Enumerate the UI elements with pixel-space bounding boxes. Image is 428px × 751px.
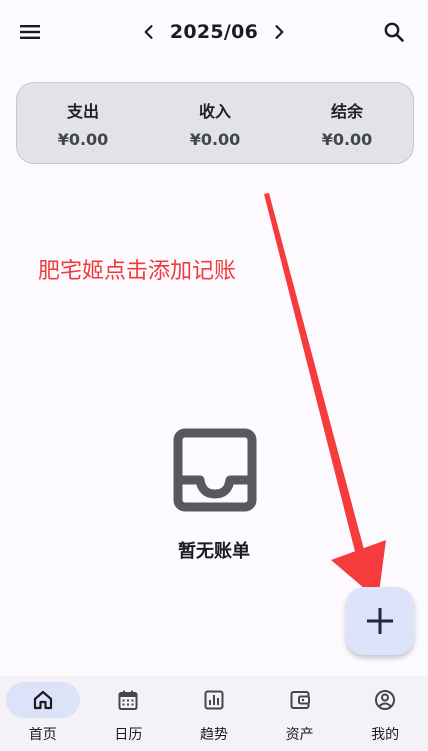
account-icon (375, 690, 396, 710)
nav-item-calendar[interactable]: 日历 (86, 676, 172, 751)
top-app-bar: 2025/06 (0, 0, 428, 64)
income-amount: ¥0.00 (189, 129, 241, 149)
inbox-icon (173, 428, 257, 512)
nav-indicator (5, 682, 80, 718)
nav-item-me[interactable]: 我的 (342, 676, 428, 751)
nav-item-assets[interactable]: 资产 (257, 676, 343, 751)
balance-label: 结余 (330, 101, 363, 121)
tutorial-annotation-text: 肥宅姬点击添加记账 (38, 259, 237, 284)
next-month-button[interactable] (268, 21, 290, 43)
plus-icon (367, 608, 393, 634)
chart-icon (204, 690, 224, 710)
expense-summary: 支出 ¥0.00 (23, 98, 143, 149)
nav-icon-wrap (91, 682, 165, 718)
expense-label: 支出 (66, 101, 99, 121)
balance-amount: ¥0.00 (321, 129, 373, 149)
nav-icon-wrap (263, 682, 337, 718)
search-icon (384, 22, 404, 42)
calendar-icon (118, 690, 138, 710)
income-label: 收入 (198, 101, 231, 121)
nav-icon-wrap (348, 682, 422, 718)
search-button[interactable] (374, 12, 414, 52)
prev-month-button[interactable] (138, 21, 160, 43)
balance-summary: 结余 ¥0.00 (287, 98, 407, 149)
nav-item-home[interactable]: 首页 (0, 676, 86, 751)
chevron-right-icon (275, 25, 284, 39)
current-month[interactable]: 2025/06 (170, 21, 258, 43)
bottom-navigation: 首页 日历 趋势 资产 我的 (0, 676, 428, 751)
nav-label-trend: 趋势 (199, 727, 228, 743)
nav-label-me: 我的 (371, 727, 400, 743)
income-summary: 收入 ¥0.00 (155, 98, 275, 149)
chevron-left-icon (144, 25, 153, 39)
add-record-button[interactable] (346, 587, 414, 655)
nav-item-trend[interactable]: 趋势 (171, 676, 257, 751)
empty-state-text: 暂无账单 (178, 541, 250, 562)
month-navigator: 2025/06 (0, 17, 428, 47)
monthly-summary-card: 支出 ¥0.00 收入 ¥0.00 结余 ¥0.00 (16, 82, 414, 164)
nav-icon-wrap (177, 682, 251, 718)
expense-amount: ¥0.00 (57, 129, 109, 149)
wallet-icon (290, 691, 310, 709)
nav-label-calendar: 日历 (114, 727, 143, 743)
home-icon (33, 690, 52, 710)
nav-label-home: 首页 (28, 727, 57, 743)
nav-label-assets: 资产 (285, 727, 314, 743)
